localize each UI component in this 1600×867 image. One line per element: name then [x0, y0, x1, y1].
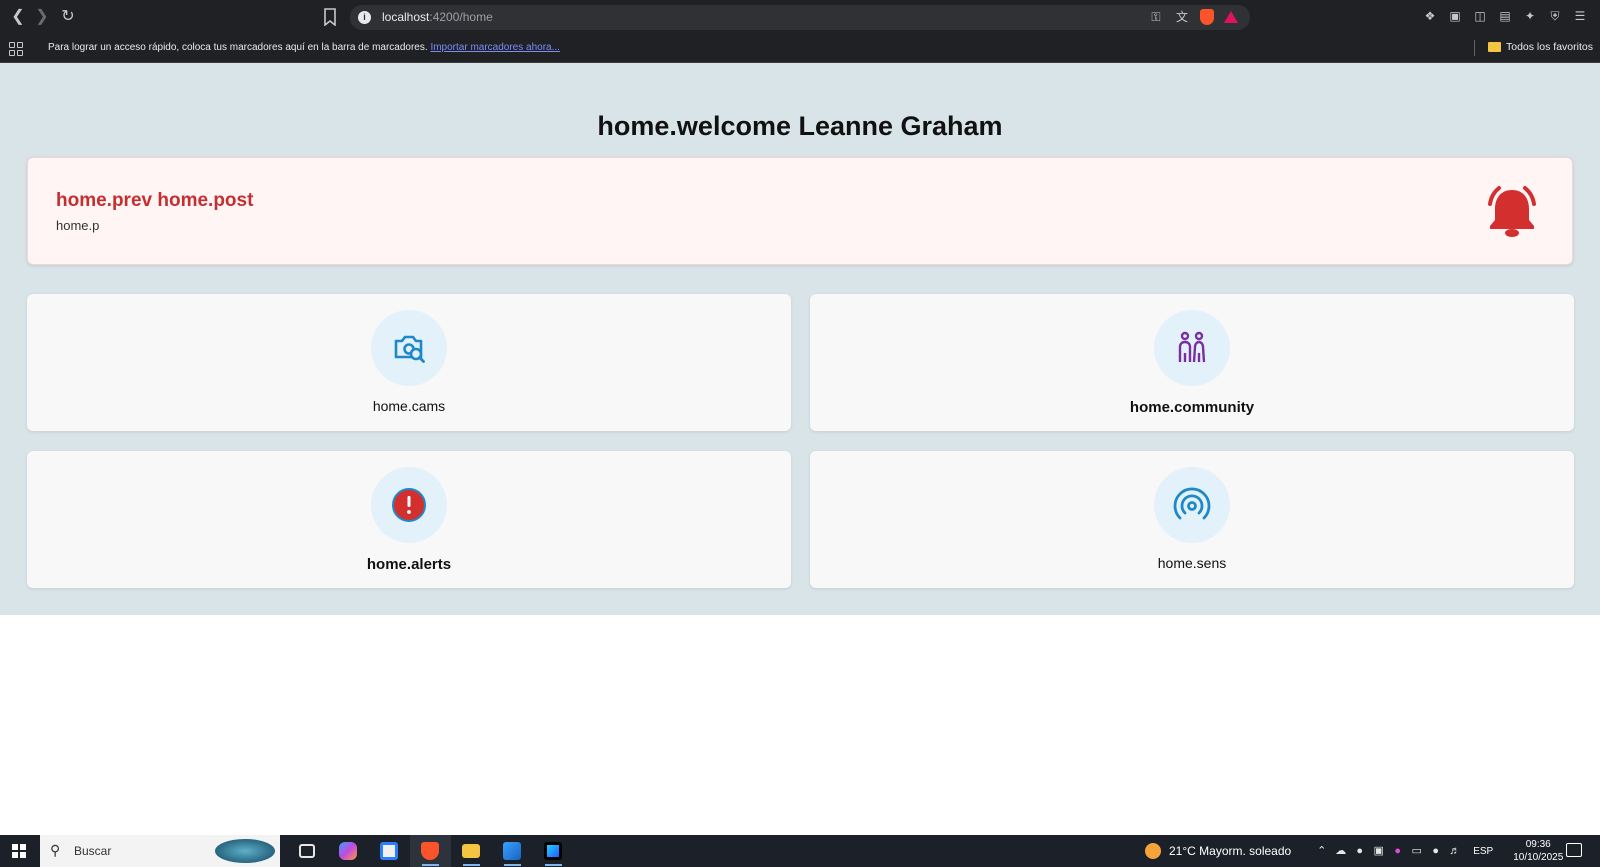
- import-bookmarks-link[interactable]: Importar marcadores ahora...: [430, 42, 560, 53]
- clock-date: 10/10/2025: [1513, 852, 1564, 863]
- discord-icon[interactable]: ●: [1429, 845, 1442, 858]
- reload-icon[interactable]: ↻: [58, 7, 78, 27]
- weather-icon[interactable]: [1145, 843, 1161, 859]
- steam-icon[interactable]: ●: [1353, 845, 1366, 858]
- color-app-icon[interactable]: ●: [1391, 845, 1404, 858]
- url-path: :4200/home: [429, 10, 493, 24]
- url-host: localhost: [382, 10, 430, 24]
- brave-rewards-icon[interactable]: [1224, 11, 1238, 23]
- sensors-icon-circle: [1154, 467, 1230, 543]
- volume-icon[interactable]: ♬: [1448, 845, 1461, 858]
- sensor-signal-icon: [1173, 487, 1211, 520]
- key-icon[interactable]: ⚿: [1148, 9, 1164, 25]
- onedrive-icon[interactable]: ☁: [1334, 845, 1347, 858]
- sidebar-icon[interactable]: ◫: [1472, 8, 1488, 24]
- menu-icon[interactable]: ☰: [1572, 8, 1588, 24]
- site-info-icon[interactable]: i: [358, 11, 371, 24]
- bookmarks-hint-text: Para lograr un acceso rápido, coloca tus…: [48, 42, 428, 53]
- page-title: home.welcome Leanne Graham: [597, 111, 1003, 141]
- alerts-icon-circle: [371, 467, 447, 543]
- bookmarks-hint: Para lograr un acceso rápido, coloca tus…: [48, 42, 560, 53]
- community-card[interactable]: home.community: [810, 294, 1574, 431]
- home-page: home.welcome Leanne Graham home.prev hom…: [0, 63, 1600, 615]
- search-highlight-image: [215, 839, 275, 863]
- alert-banner-subtitle: home.p: [56, 218, 100, 233]
- copilot-icon[interactable]: [328, 835, 369, 867]
- camera-search-icon: [394, 335, 425, 363]
- bookmarks-divider: [1474, 40, 1475, 56]
- folder-icon: [1488, 42, 1501, 52]
- all-favorites-folder[interactable]: Todos los favoritos: [1488, 41, 1593, 53]
- store-icon[interactable]: [369, 835, 410, 867]
- cams-card[interactable]: home.cams: [27, 294, 791, 431]
- community-label: home.community: [1129, 399, 1255, 416]
- system-tray: 21°C Mayorm. soleado ⌃ ☁ ● ▣ ● ▭ ● ♬ ESP…: [1145, 835, 1563, 867]
- sensors-card[interactable]: home.sens: [810, 451, 1574, 588]
- people-icon: [1178, 331, 1206, 363]
- taskbar-search[interactable]: ⚲ Buscar: [40, 835, 280, 867]
- task-view-icon[interactable]: [287, 835, 328, 867]
- app-tray-icon[interactable]: ▣: [1372, 845, 1385, 858]
- wallet-icon[interactable]: ▤: [1497, 8, 1513, 24]
- weather-text[interactable]: 21°C Mayorm. soleado: [1169, 844, 1291, 858]
- brave-browser-taskbar-icon[interactable]: [410, 835, 451, 867]
- chevron-up-icon[interactable]: ⌃: [1315, 845, 1328, 858]
- clock[interactable]: 09:36 10/10/2025: [1513, 838, 1563, 864]
- alerts-label: home.alerts: [366, 556, 452, 573]
- file-explorer-icon[interactable]: [451, 835, 492, 867]
- brave-shields-icon[interactable]: [1200, 9, 1214, 25]
- search-icon: ⚲: [50, 842, 61, 858]
- tab-search-icon[interactable]: ▣: [1447, 8, 1463, 24]
- bell-icon: [1488, 186, 1536, 237]
- taskbar: ⚲ Buscar 21°C Mayorm. soleado ⌃ ☁ ● ▣ ● …: [0, 835, 1600, 867]
- leo-ai-icon[interactable]: ✦: [1522, 8, 1538, 24]
- back-icon[interactable]: ❮: [8, 7, 28, 27]
- photos-app-icon[interactable]: [492, 835, 533, 867]
- bookmark-icon[interactable]: [322, 8, 338, 26]
- forward-icon[interactable]: ❯: [32, 7, 52, 27]
- url-text[interactable]: localhost:4200/home: [382, 10, 493, 24]
- notifications-icon[interactable]: [1566, 843, 1582, 857]
- bookmarks-bar: Para lograr un acceso rápido, coloca tus…: [0, 35, 1600, 63]
- browser-toolbar: ❮ ❯ ↻ i localhost:4200/home ⚿ 文 ❖ ▣ ◫ ▤ …: [0, 0, 1600, 35]
- alert-banner[interactable]: home.prev home.post home.p: [27, 157, 1573, 265]
- windows-start-icon[interactable]: [12, 844, 26, 858]
- webstorm-icon[interactable]: [533, 835, 574, 867]
- clock-time: 09:36: [1525, 839, 1551, 850]
- taskbar-search-placeholder: Buscar: [74, 844, 112, 858]
- cams-icon-circle: [371, 310, 447, 386]
- sensors-label: home.sens: [1157, 555, 1227, 571]
- cams-label: home.cams: [372, 398, 446, 414]
- extensions-icon[interactable]: ❖: [1422, 8, 1438, 24]
- network-icon[interactable]: ▭: [1410, 845, 1423, 858]
- language-indicator[interactable]: ESP: [1473, 846, 1493, 857]
- all-favorites-label: Todos los favoritos: [1506, 41, 1593, 53]
- vpn-icon[interactable]: ⛨: [1547, 8, 1563, 24]
- community-icon-circle: [1154, 310, 1230, 386]
- alerts-card[interactable]: home.alerts: [27, 451, 791, 588]
- translate-icon[interactable]: 文: [1174, 9, 1190, 25]
- address-bar[interactable]: i localhost:4200/home ⚿ 文: [350, 5, 1250, 30]
- alert-banner-title: home.prev home.post: [56, 190, 254, 211]
- alert-circle-icon: [392, 488, 426, 522]
- apps-icon[interactable]: [9, 42, 23, 56]
